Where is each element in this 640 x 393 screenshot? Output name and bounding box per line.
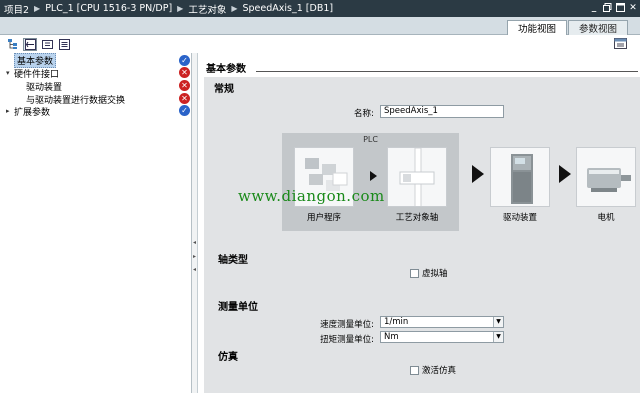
tree-item-label: 基本参数 — [14, 52, 57, 68]
layout-toggle-icon[interactable] — [614, 38, 628, 50]
user-program-caption: 用户程序 — [306, 213, 341, 223]
splitter-grip-icon: ◂ — [193, 239, 197, 246]
activate-simulation-checkbox[interactable] — [410, 365, 419, 375]
units-heading: 测量单位 — [218, 302, 258, 313]
watermark: www.diangon.com — [238, 187, 385, 205]
technology-object-axis-caption: 工艺对象轴 — [395, 213, 439, 223]
tree-item-drive[interactable]: 驱动装置 — [18, 80, 63, 93]
breadcrumb: 项目2 ▶ PLC_1 [CPU 1516-3 PN/DP] ▶ 工艺对象 ▶ … — [0, 0, 640, 17]
window-controls: _ ✕ — [589, 2, 638, 13]
page-title: 基本参数 — [206, 64, 246, 75]
collapse-icon[interactable] — [40, 38, 54, 51]
status-error-icon: ✕ — [179, 67, 190, 78]
torque-unit-label: 扭矩测量单位: — [320, 335, 374, 345]
drive-tile[interactable] — [490, 147, 550, 207]
breadcrumb-technology-objects[interactable]: 工艺对象 — [188, 2, 226, 16]
expand-all-icon[interactable] — [23, 37, 37, 51]
activate-simulation-option[interactable]: 激活仿真 — [410, 364, 456, 376]
flow-arrow-icon — [370, 171, 377, 181]
breadcrumb-separator-icon: ▶ — [177, 4, 184, 13]
status-error-icon: ✕ — [179, 93, 190, 104]
tab-parameter-view[interactable]: 参数视图 — [568, 20, 628, 35]
virtual-axis-label: 虚拟轴 — [422, 269, 448, 279]
torque-unit-select[interactable]: Nm ▼ — [380, 331, 504, 343]
speed-unit-value: 1/min — [384, 317, 409, 327]
flow-arrow-icon — [559, 165, 571, 183]
restore-icon[interactable] — [602, 2, 612, 13]
axis-type-heading: 轴类型 — [218, 255, 248, 266]
tree-item-basic-parameters[interactable]: 基本参数 — [6, 52, 57, 68]
status-error-icon: ✕ — [179, 80, 190, 91]
motor-tile[interactable] — [576, 147, 636, 207]
drive-icon — [511, 154, 533, 204]
virtual-axis-checkbox[interactable] — [410, 268, 419, 278]
tree-expander-icon[interactable]: ▾ — [6, 69, 14, 77]
technology-object-axis-tile[interactable] — [387, 147, 447, 207]
breadcrumb-separator-icon: ▶ — [231, 4, 238, 13]
tree-item-hardware-interface[interactable]: ▾ 硬件件接口 — [6, 67, 60, 80]
parameter-tree: 基本参数 ✓ ▾ 硬件件接口 ✕ 驱动装置 ✕ 与驱动装置进行数据交换 ✕ ▸ … — [0, 52, 192, 393]
tree-item-label: 硬件件接口 — [14, 69, 60, 80]
axis-diagram: PLC 用户程序 工艺对象轴 驱动装置 电机 — [282, 133, 640, 233]
breadcrumb-plc[interactable]: PLC_1 [CPU 1516-3 PN/DP] — [45, 3, 172, 14]
motor-caption: 电机 — [597, 213, 615, 223]
chevron-down-icon[interactable]: ▼ — [493, 317, 503, 327]
speed-unit-label: 速度测量单位: — [320, 320, 374, 330]
activate-simulation-label: 激活仿真 — [422, 366, 457, 376]
tree-item-label: 驱动装置 — [26, 82, 63, 93]
drive-caption: 驱动装置 — [502, 213, 537, 223]
basic-parameters-section: 常规 名称: SpeedAxis_1 PLC 用户程序 工艺对象轴 驱动装置 电… — [204, 77, 640, 393]
plc-label: PLC — [363, 135, 378, 144]
view-tab-bar: 功能视图 参数视图 — [0, 17, 640, 35]
tree-item-label: 扩展参数 — [14, 107, 51, 118]
tab-function-view[interactable]: 功能视图 — [507, 20, 567, 35]
breadcrumb-project[interactable]: 项目2 — [4, 2, 29, 16]
status-ok-icon: ✓ — [179, 105, 190, 116]
general-heading: 常规 — [214, 84, 234, 95]
splitter-grip-icon: ◂ — [193, 266, 197, 273]
splitter-grip-icon: ▸ — [193, 253, 197, 260]
flow-arrow-icon — [472, 165, 484, 183]
title-divider — [256, 71, 638, 72]
name-input[interactable]: SpeedAxis_1 — [380, 105, 504, 118]
close-icon[interactable]: ✕ — [628, 2, 638, 13]
tree-item-extended-parameters[interactable]: ▸ 扩展参数 — [6, 105, 51, 118]
virtual-axis-option[interactable]: 虚拟轴 — [410, 267, 448, 279]
list-view-icon[interactable] — [57, 38, 71, 51]
function-view-content: 基本参数 常规 名称: SpeedAxis_1 PLC 用户程序 工艺对象轴 驱… — [198, 53, 640, 393]
breadcrumb-axis[interactable]: SpeedAxis_1 [DB1] — [243, 3, 334, 14]
torque-unit-value: Nm — [384, 332, 399, 342]
breadcrumb-separator-icon: ▶ — [34, 4, 41, 13]
minimize-icon[interactable]: _ — [589, 2, 599, 13]
speed-unit-select[interactable]: 1/min ▼ — [380, 316, 504, 328]
status-ok-icon: ✓ — [179, 55, 190, 66]
name-label: 名称: — [354, 109, 374, 119]
tree-expander-icon[interactable]: ▸ — [6, 107, 14, 115]
simulation-heading: 仿真 — [218, 352, 238, 363]
motor-icon — [587, 168, 631, 192]
tree-item-drive-data-exchange[interactable]: 与驱动装置进行数据交换 — [18, 93, 125, 106]
float-icon[interactable] — [615, 2, 625, 13]
tree-view-icon[interactable] — [6, 38, 20, 51]
technology-axis-icon — [399, 148, 435, 206]
nav-toolbar — [0, 35, 192, 53]
chevron-down-icon[interactable]: ▼ — [493, 332, 503, 342]
